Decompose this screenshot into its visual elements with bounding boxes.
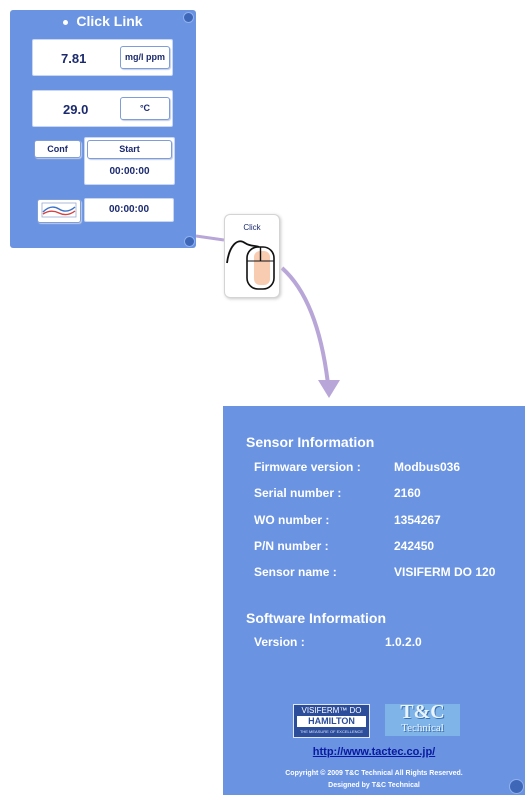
pn-value: 242450 xyxy=(394,539,435,553)
info-panel: Sensor Information Firmware version : Mo… xyxy=(223,406,525,795)
connector-curve xyxy=(280,266,330,385)
copyright-text: Copyright © 2009 T&C Technical All Right… xyxy=(285,770,463,777)
resize-dot-icon[interactable] xyxy=(509,779,524,794)
click-icon-box[interactable]: Click xyxy=(224,214,280,298)
sensor-name-value: VISIFERM DO 120 xyxy=(394,565,496,579)
connector-line-left xyxy=(195,234,225,242)
website-link[interactable]: http://www.tactec.co.jp/ xyxy=(223,746,525,758)
wo-label: WO number : xyxy=(254,513,330,527)
version-value: 1.0.2.0 xyxy=(385,635,422,649)
sensor-name-label: Sensor name : xyxy=(254,565,337,579)
firmware-value: Modbus036 xyxy=(394,460,461,474)
tc-logo-line1: T&C xyxy=(400,701,445,723)
arrow-head-icon xyxy=(318,380,340,398)
hamilton-logo[interactable]: VISIFERM™ DO HAMILTON THE MEASURE OF EXC… xyxy=(293,704,370,738)
designed-by-text: Designed by T&C Technical xyxy=(328,782,420,789)
firmware-label: Firmware version : xyxy=(254,460,361,474)
mouse-icon xyxy=(226,240,275,290)
hamilton-logo-line2: HAMILTON xyxy=(297,716,366,727)
tc-logo-line2: Technical xyxy=(401,722,444,734)
serial-label: Serial number : xyxy=(254,486,342,500)
pn-label: P/N number : xyxy=(254,539,329,553)
version-label: Version : xyxy=(254,635,305,649)
click-label: Click xyxy=(243,223,261,232)
software-info-heading: Software Information xyxy=(246,610,387,626)
wo-value: 1354267 xyxy=(394,513,441,527)
hamilton-logo-line1: VISIFERM™ DO xyxy=(301,706,362,715)
tc-technical-logo[interactable]: T&C Technical xyxy=(385,701,460,736)
hamilton-logo-line3: THE MEASURE OF EXCELLENCE xyxy=(299,729,364,734)
sensor-info-heading: Sensor Information xyxy=(246,434,375,450)
serial-value: 2160 xyxy=(394,486,421,500)
